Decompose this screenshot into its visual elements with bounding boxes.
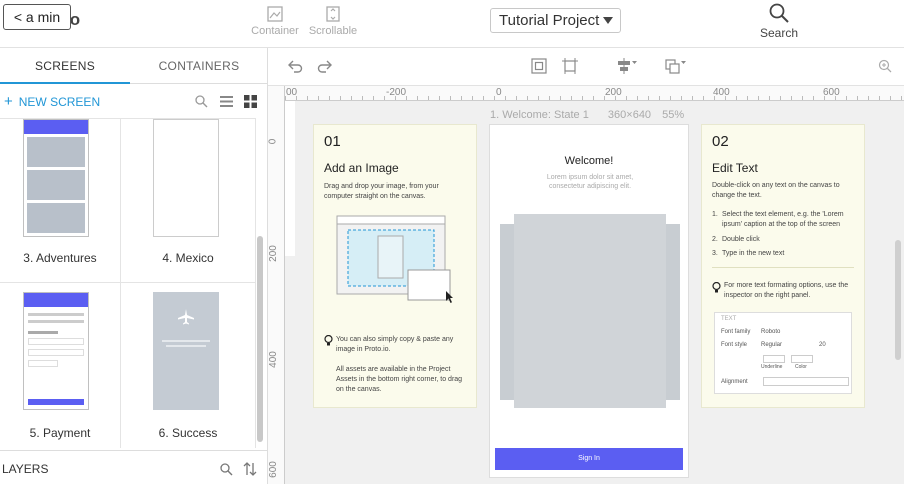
inspector-preview: TEXT Font family Roboto Font style Regul… xyxy=(714,312,852,394)
drag-drop-illustration xyxy=(336,215,453,303)
ruler-left: 0 200 400 600 xyxy=(268,86,285,484)
screen-label: 4. Mexico xyxy=(162,251,214,265)
container-label: Container xyxy=(251,25,299,37)
search-icon xyxy=(769,3,789,23)
screen-label: 5. Payment xyxy=(29,426,91,440)
fit-screen-icon[interactable] xyxy=(531,58,547,74)
fit-selection-icon[interactable] xyxy=(562,58,578,74)
inspector-section: TEXT xyxy=(721,316,737,322)
inspector-label: Font style xyxy=(721,342,748,348)
lightbulb-icon xyxy=(712,282,721,293)
inspector-value: Roboto xyxy=(761,329,781,335)
artboard-size: 360×640 xyxy=(607,109,652,121)
inspector-label: Font family xyxy=(721,329,751,335)
ruler-tick: 0 xyxy=(268,138,279,145)
tab-screens[interactable]: SCREENS xyxy=(0,48,130,84)
container-tool[interactable]: Container xyxy=(248,6,302,37)
left-edge-strip xyxy=(285,101,295,256)
new-screen-button[interactable]: + NEW SCREEN xyxy=(4,93,100,110)
screen-label: 3. Adventures xyxy=(23,251,97,265)
canvas-scrollbar[interactable] xyxy=(895,240,901,360)
list-view-icon[interactable] xyxy=(220,95,233,108)
align-icon[interactable] xyxy=(616,58,638,74)
sort-icon[interactable] xyxy=(243,462,257,476)
step-item: Select the text element, e.g. the 'Lorem… xyxy=(722,211,844,228)
welcome-subtitle: Lorem ipsum dolor sit amet, consectetur … xyxy=(546,174,634,190)
plus-icon: + xyxy=(4,93,13,110)
project-select[interactable]: Tutorial Project xyxy=(490,8,621,33)
tutorial-card-add-image[interactable]: 01 Add an Image Drag and drop your image… xyxy=(313,124,477,408)
screen-thumb-adventures[interactable]: 3. Adventures xyxy=(0,119,121,283)
card-tip: For more text formating options, use the… xyxy=(724,282,849,299)
screen-thumb-payment[interactable]: 5. Payment xyxy=(0,283,121,448)
card-description: Drag and drop your image, from your comp… xyxy=(324,183,439,200)
layers-panel-header: LAYERS xyxy=(0,450,268,484)
arrange-icon[interactable] xyxy=(665,58,687,74)
redo-icon[interactable] xyxy=(317,59,333,73)
card-number: 02 xyxy=(712,133,729,150)
scrollable-label: Scrollable xyxy=(308,25,358,37)
caret-down-icon xyxy=(603,17,613,24)
ruler-tick: 200 xyxy=(268,245,279,262)
undo-icon[interactable] xyxy=(287,59,303,73)
signin-button[interactable]: Sign In xyxy=(495,448,683,470)
scrollable-tool[interactable]: Scrollable xyxy=(306,6,360,37)
screen-label: 6. Success xyxy=(158,426,218,440)
canvas-toolbar xyxy=(268,48,904,86)
image-carousel-front xyxy=(514,214,666,408)
artboard-caption: 1. Welcome: State 1 360×640 55% xyxy=(490,109,690,121)
step-item: Double click xyxy=(722,236,760,243)
screens-grid: 3. Adventures 4. Mexico 5. Payment 6. Su… xyxy=(0,118,256,448)
lightbulb-icon xyxy=(324,335,333,346)
card-title: Edit Text xyxy=(712,161,758,175)
card-tip: You can also simply copy & paste any ima… xyxy=(336,336,454,353)
step-item: Type in the new text xyxy=(722,250,785,257)
inspector-label: Alignment xyxy=(721,379,748,385)
screen-thumb-mexico[interactable]: 4. Mexico xyxy=(121,119,256,283)
ruler-top: 00 -200 0 200 400 600 xyxy=(285,86,904,101)
back-button[interactable]: < a min xyxy=(3,4,71,30)
artboard-zoom: 55% xyxy=(662,109,685,121)
card-title: Add an Image xyxy=(324,161,399,175)
zoom-in-icon[interactable] xyxy=(878,59,892,73)
mexico-preview xyxy=(153,119,219,237)
payment-preview xyxy=(23,292,89,410)
tutorial-card-edit-text[interactable]: 02 Edit Text Double-click on any text on… xyxy=(701,124,865,408)
artboard-name: 1. Welcome: State 1 xyxy=(490,109,589,121)
design-canvas[interactable]: 01 Add an Image Drag and drop your image… xyxy=(285,101,904,484)
airplane-icon xyxy=(178,309,194,325)
search-icon[interactable] xyxy=(220,463,233,476)
card-tip: All assets are available in the Project … xyxy=(336,366,463,393)
divider xyxy=(712,267,854,268)
inspector-label: Underline xyxy=(761,364,783,370)
ruler-tick: 400 xyxy=(268,351,279,368)
layers-label: LAYERS xyxy=(2,462,49,476)
card-description: Double-click on any text on the canvas t… xyxy=(712,182,840,199)
tab-containers[interactable]: CONTAINERS xyxy=(130,48,268,84)
alignment-buttons xyxy=(763,377,849,386)
project-name: Tutorial Project xyxy=(499,12,600,29)
new-screen-label: NEW SCREEN xyxy=(18,95,101,109)
search-label: Search xyxy=(759,26,799,40)
scrollable-icon xyxy=(326,6,340,22)
card-number: 01 xyxy=(324,133,341,150)
screens-scrollbar[interactable] xyxy=(257,236,263,442)
search-tool[interactable]: Search xyxy=(756,2,802,40)
adventures-preview xyxy=(23,119,89,237)
welcome-title: Welcome! xyxy=(564,155,614,167)
inspector-label: Color xyxy=(795,364,807,370)
artboard-welcome[interactable]: Welcome! Lorem ipsum dolor sit amet, con… xyxy=(489,124,689,478)
search-icon[interactable] xyxy=(195,95,208,108)
inspector-value: 20 xyxy=(819,342,826,348)
grid-view-icon[interactable] xyxy=(244,95,257,108)
screen-thumb-success[interactable]: 6. Success xyxy=(121,283,256,448)
container-icon xyxy=(267,6,283,22)
left-panel: SCREENS CONTAINERS + NEW SCREEN 3. Advent… xyxy=(0,48,268,484)
ruler-tick: 600 xyxy=(268,461,279,478)
success-preview xyxy=(153,292,219,410)
inspector-value: Regular xyxy=(761,342,783,348)
